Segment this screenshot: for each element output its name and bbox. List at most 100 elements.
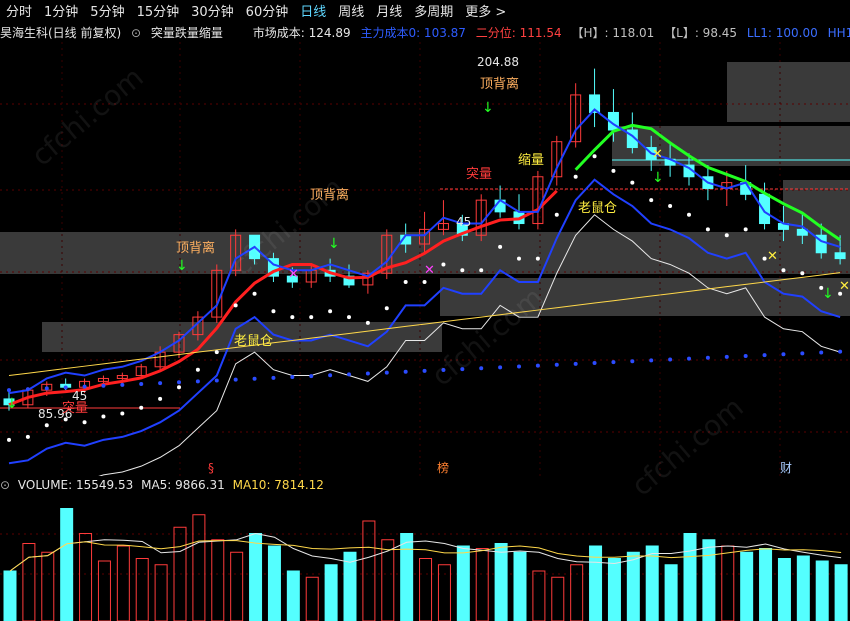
blue-dot-21 bbox=[403, 369, 408, 374]
blue-dot-28 bbox=[535, 363, 540, 368]
period-tab-0[interactable]: 分时 bbox=[0, 0, 38, 26]
white-dot-28 bbox=[535, 256, 540, 261]
blue-dot-30 bbox=[573, 361, 578, 366]
white-dot-30 bbox=[573, 174, 578, 179]
buy-arrow-icon-3: ↓ bbox=[652, 170, 664, 186]
main-cost-value: 主力成本0: 103.87 bbox=[360, 26, 466, 40]
h-value: 【H】: 118.01 bbox=[571, 26, 655, 40]
stock-title[interactable]: 昊海生科(日线 前复权) bbox=[0, 26, 121, 40]
volume-bar-6 bbox=[116, 545, 130, 621]
white-dot-23 bbox=[441, 262, 446, 267]
period-tab-10[interactable]: 更多 > bbox=[459, 0, 512, 26]
price-chart[interactable]: 204.8885.96顶背离顶背离顶背离突量突量老鼠仓老鼠仓缩量4545§ 榜财↓… bbox=[0, 42, 850, 476]
blue-dot-26 bbox=[498, 365, 503, 370]
blue-dot-36 bbox=[687, 356, 691, 361]
blue-dot-7 bbox=[139, 382, 144, 387]
ma10-value: MA10: 7814.12 bbox=[232, 478, 324, 492]
blue-dot-39 bbox=[743, 353, 748, 358]
white-dot-41 bbox=[781, 268, 786, 273]
cross-marker-icon-2: ✕ bbox=[839, 279, 850, 294]
period-tab-6[interactable]: 日线 bbox=[294, 0, 332, 26]
period-tab-3[interactable]: 15分钟 bbox=[131, 0, 186, 26]
label-high-price: 204.88 bbox=[477, 55, 519, 69]
volume-bar-26 bbox=[494, 543, 508, 621]
period-toolbar: 分时 1分钟 5分钟 15分钟 30分钟 60分钟 日线 周线 月线 多周期 更多 > bbox=[0, 0, 850, 26]
white-dot-29 bbox=[554, 212, 559, 217]
market-cost-value: 市场成本: 124.89 bbox=[252, 26, 351, 40]
white-dot-37 bbox=[705, 227, 710, 232]
indicator-name[interactable]: 突量跌量缩量 bbox=[151, 26, 223, 40]
buy-arrow-icon-2: ↓ bbox=[328, 236, 340, 252]
volume-bar-28 bbox=[532, 570, 546, 621]
label-divergence-3: 顶背离 bbox=[176, 240, 215, 256]
cross-marker-icon-3: ✕ bbox=[288, 267, 299, 282]
price-band-2 bbox=[727, 62, 850, 122]
blue-dot-38 bbox=[724, 354, 729, 359]
blue-dot-13 bbox=[252, 376, 257, 381]
volume-bar-32 bbox=[607, 558, 621, 621]
period-tab-9[interactable]: 多周期 bbox=[408, 0, 459, 26]
volume-ma5-line bbox=[9, 532, 842, 572]
period-tab-7[interactable]: 周线 bbox=[332, 0, 370, 26]
label-45-a: 45 bbox=[456, 215, 471, 229]
white-dot-0 bbox=[7, 437, 11, 442]
ll1-value: LL1: 100.00 bbox=[746, 26, 818, 40]
volume-bar-36 bbox=[683, 533, 697, 621]
label-rat-1: 老鼠仓 bbox=[578, 201, 617, 216]
blue-dot-18 bbox=[347, 372, 351, 377]
white-dot-34 bbox=[649, 198, 654, 203]
blue-dot-34 bbox=[649, 358, 654, 363]
blue-dot-3 bbox=[63, 385, 68, 390]
price-band-mid bbox=[440, 278, 850, 314]
indicator-dropdown-icon[interactable]: ⊙ bbox=[131, 26, 141, 40]
volume-chart[interactable] bbox=[0, 494, 850, 621]
volume-bar-1 bbox=[22, 543, 36, 621]
label-shrink: 缩量 bbox=[518, 152, 544, 168]
period-tab-2[interactable]: 5分钟 bbox=[84, 0, 130, 26]
label-divergence-1: 顶背离 bbox=[480, 76, 519, 92]
blue-dot-42 bbox=[800, 351, 805, 356]
white-dot-20 bbox=[384, 306, 389, 311]
white-dot-2 bbox=[44, 423, 49, 428]
volume-bar-34 bbox=[645, 545, 659, 621]
white-dot-7 bbox=[139, 405, 144, 410]
blue-dot-0 bbox=[7, 388, 11, 393]
volume-bar-8 bbox=[154, 564, 168, 621]
volume-bar-30 bbox=[570, 564, 584, 621]
period-tab-8[interactable]: 月线 bbox=[370, 0, 408, 26]
volume-bar-38 bbox=[721, 545, 735, 621]
blue-dot-23 bbox=[441, 367, 446, 372]
volume-bar-41 bbox=[777, 558, 791, 621]
blue-dot-19 bbox=[365, 371, 370, 376]
white-dot-16 bbox=[309, 315, 314, 320]
volume-ma10-line bbox=[9, 540, 842, 572]
volume-info-bar: ⊙ VOLUME: 15549.53 MA5: 9866.31 MA10: 78… bbox=[0, 477, 850, 493]
white-dot-21 bbox=[403, 280, 408, 284]
volume-bar-0 bbox=[3, 570, 17, 621]
period-tab-1[interactable]: 1分钟 bbox=[38, 0, 84, 26]
period-tab-5[interactable]: 60分钟 bbox=[240, 0, 295, 26]
blue-dot-29 bbox=[554, 362, 559, 367]
white-dot-4 bbox=[82, 420, 87, 425]
hh1-value: HH1: 137.20 bbox=[827, 26, 850, 40]
volume-bar-12 bbox=[230, 551, 244, 621]
period-tab-4[interactable]: 30分钟 bbox=[185, 0, 240, 26]
buy-arrow-icon-1: ↓ bbox=[176, 258, 188, 274]
white-dot-32 bbox=[611, 168, 616, 173]
white-dot-10 bbox=[195, 367, 200, 372]
blue-dot-5 bbox=[101, 383, 106, 388]
white-dot-42 bbox=[800, 271, 805, 276]
volume-bar-19 bbox=[362, 520, 376, 621]
volume-bar-27 bbox=[513, 551, 527, 621]
volume-toggle-icon[interactable]: ⊙ bbox=[0, 478, 10, 492]
label-rat-2: 老鼠仓 bbox=[234, 334, 273, 349]
volume-bar-21 bbox=[400, 533, 414, 621]
blue-dot-35 bbox=[668, 357, 673, 362]
blue-dot-20 bbox=[384, 370, 389, 375]
blue-dot-37 bbox=[705, 355, 710, 360]
label-45-b: 45 bbox=[72, 389, 87, 403]
volume-bar-2 bbox=[41, 551, 55, 621]
white-dot-13 bbox=[252, 291, 257, 296]
blue-dot-41 bbox=[781, 352, 786, 357]
volume-bar-33 bbox=[626, 551, 640, 621]
